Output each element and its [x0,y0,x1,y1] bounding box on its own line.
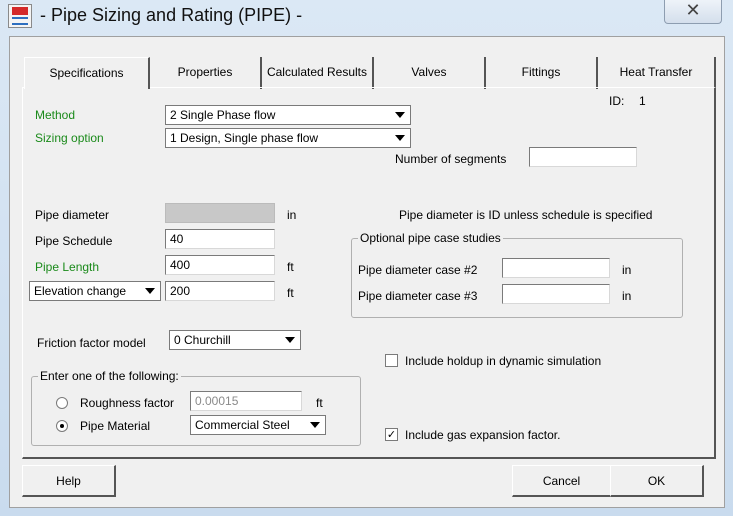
pipe-diameter-unit: in [287,208,297,222]
id-value: 1 [639,94,646,108]
method-dropdown[interactable]: 2 Single Phase flow [165,105,411,125]
case3-input[interactable] [502,284,610,304]
pipe-schedule-input[interactable]: 40 [165,229,275,249]
case2-input[interactable] [502,258,610,278]
tab-valves[interactable]: Valves [374,57,486,89]
friction-dropdown[interactable]: 0 Churchill [169,330,301,350]
ok-button[interactable]: OK [610,465,704,497]
pipe-diameter-input [165,203,275,223]
segments-input[interactable] [529,147,637,167]
tab-fittings[interactable]: Fittings [486,57,598,89]
chevron-down-icon [285,337,295,343]
friction-label: Friction factor model [37,336,146,350]
chevron-down-icon [145,288,155,294]
segments-label: Number of segments [395,152,507,166]
friction-value: 0 Churchill [174,333,231,347]
holdup-checkbox[interactable] [385,354,398,367]
close-button[interactable]: ✕ [664,0,722,24]
gas-expansion-label: Include gas expansion factor. [405,428,561,442]
gas-expansion-checkbox[interactable]: ✓ [385,428,398,441]
elevation-label: Elevation change [34,284,127,298]
tab-calculated-results[interactable]: Calculated Results [262,57,374,89]
method-value: 2 Single Phase flow [170,108,276,122]
specifications-panel: ID: 1 Method 2 Single Phase flow Sizing … [22,87,716,459]
chevron-down-icon [395,135,405,141]
pipe-schedule-label: Pipe Schedule [35,234,113,248]
title-bar: - Pipe Sizing and Rating (PIPE) - ✕ [0,0,733,36]
roughness-unit: ft [316,396,323,410]
cancel-button[interactable]: Cancel [512,465,612,497]
enter-one-group: Enter one of the following: Roughness fa… [31,369,361,446]
tab-strip: Specifications Properties Calculated Res… [24,57,724,89]
roughness-label: Roughness factor [80,396,175,410]
pipe-length-input[interactable]: 400 [165,255,275,275]
pipe-length-unit: ft [287,260,294,274]
diameter-note: Pipe diameter is ID unless schedule is s… [399,208,653,222]
id-label: ID: [609,94,625,108]
elevation-unit: ft [287,286,294,300]
pipe-diameter-label: Pipe diameter [35,208,110,222]
sizing-option-dropdown[interactable]: 1 Design, Single phase flow [165,128,411,148]
tab-specifications[interactable]: Specifications [24,57,150,89]
material-value: Commercial Steel [195,418,290,432]
roughness-radio[interactable] [56,397,68,409]
case2-label: Pipe diameter case #2 [358,263,478,277]
chevron-down-icon [395,112,405,118]
elevation-dropdown[interactable]: Elevation change [29,281,161,301]
material-dropdown[interactable]: Commercial Steel [190,415,326,435]
elevation-input[interactable]: 200 [165,281,275,301]
help-button[interactable]: Help [22,465,116,497]
app-icon [8,4,32,28]
material-label: Pipe Material [80,419,151,433]
pipe-length-label: Pipe Length [35,260,100,274]
case3-unit: in [622,289,632,303]
holdup-label: Include holdup in dynamic simulation [405,354,602,368]
case-studies-title: Optional pipe case studies [358,231,503,245]
dialog-window: - Pipe Sizing and Rating (PIPE) - ✕ Spec… [0,0,733,516]
tab-properties[interactable]: Properties [150,57,262,89]
tab-heat-transfer[interactable]: Heat Transfer [598,57,716,89]
case2-unit: in [622,263,632,277]
case3-label: Pipe diameter case #3 [358,289,478,303]
dialog-client: Specifications Properties Calculated Res… [9,36,725,508]
sizing-option-value: 1 Design, Single phase flow [170,131,319,145]
roughness-input[interactable]: 0.00015 [190,391,302,411]
method-label: Method [35,108,76,122]
window-title: - Pipe Sizing and Rating (PIPE) - [40,5,303,25]
sizing-option-label: Sizing option [35,131,104,145]
chevron-down-icon [310,422,320,428]
material-radio[interactable] [56,420,68,432]
checkmark-icon: ✓ [386,428,397,441]
case-studies-group: Optional pipe case studies Pipe diameter… [351,231,683,318]
enter-one-title: Enter one of the following: [38,369,181,383]
